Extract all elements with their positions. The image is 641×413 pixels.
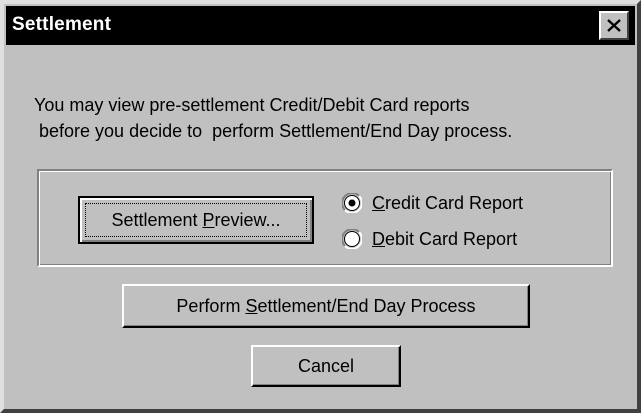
debit-card-report-label: Debit Card Report [372,229,518,249]
radio-unselected-icon [342,229,362,249]
radio-credit-card-report[interactable]: Credit Card Report [342,191,582,217]
cancel-label: Cancel [297,356,355,376]
radio-selected-icon [342,193,362,213]
settlement-preview-label: Settlement Preview... [111,210,281,230]
settlement-preview-button[interactable]: Settlement Preview... [78,196,314,244]
credit-card-report-label: Credit Card Report [372,193,524,213]
close-button[interactable] [599,11,629,40]
perform-settlement-button[interactable]: Perform Settlement/End Day Process [122,284,530,328]
title-bar[interactable]: Settlement [6,6,635,45]
window-title: Settlement [12,14,112,35]
perform-settlement-label: Perform Settlement/End Day Process [176,296,476,316]
radio-debit-card-report[interactable]: Debit Card Report [342,227,582,253]
instruction-text: You may view pre-settlement Credit/Debit… [34,92,512,144]
instruction-line-1: You may view pre-settlement Credit/Debit… [34,95,470,115]
settlement-dialog: Settlement You may view pre-settlement C… [0,0,641,413]
close-icon [607,19,621,32]
cancel-button[interactable]: Cancel [251,345,401,387]
instruction-line-2: before you decide to perform Settlement/… [34,121,513,141]
